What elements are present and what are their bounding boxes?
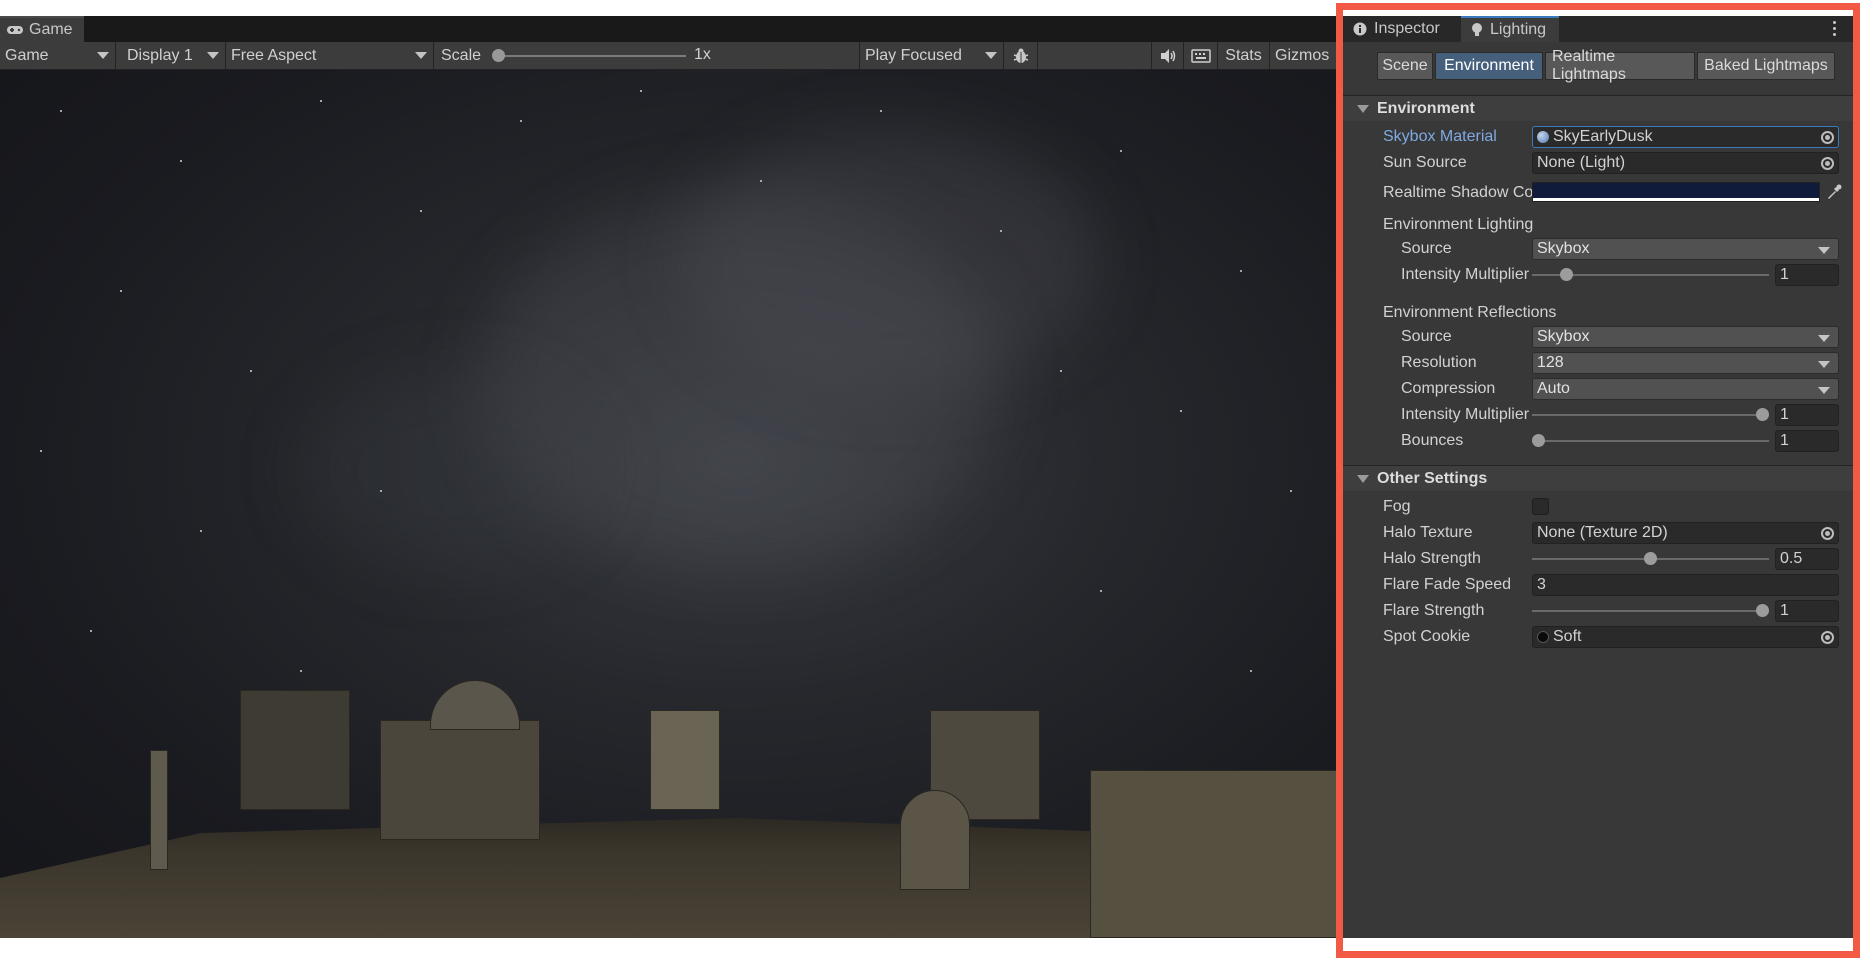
play-mode-label: Play Focused (865, 46, 962, 64)
star (250, 370, 252, 372)
game-tab-label: Game (29, 21, 73, 38)
cannon (900, 790, 970, 890)
game-toolbar: Game Display 1 Free Aspect Scale 1x Play… (0, 42, 1340, 70)
star (1250, 670, 1252, 672)
star (1120, 150, 1122, 152)
display-dropdown[interactable]: Display 1 (122, 42, 226, 69)
star (380, 490, 382, 492)
aspect-label: Free Aspect (231, 46, 317, 64)
scale-slider-track[interactable] (496, 55, 686, 57)
obelisk (150, 750, 168, 870)
mausoleum (380, 720, 540, 840)
keyboard-icon (1190, 48, 1211, 63)
star (1100, 590, 1102, 592)
speaker-icon (1160, 48, 1175, 63)
game-tabbar: Game (0, 16, 1340, 42)
gizmos-label: Gizmos (1275, 46, 1330, 64)
stats-button[interactable]: Stats (1218, 42, 1270, 69)
view-mode-dropdown[interactable]: Game (0, 42, 116, 69)
cloud (300, 370, 600, 570)
scale-slider-thumb[interactable] (492, 49, 505, 62)
star (200, 530, 202, 532)
dome (430, 680, 520, 730)
chevron-down-icon (97, 52, 109, 59)
gamepad-icon (7, 26, 23, 34)
star (1290, 490, 1292, 492)
chevron-down-icon (415, 52, 427, 59)
star (60, 110, 62, 112)
arch (650, 710, 720, 810)
star (90, 630, 92, 632)
chapel (1090, 770, 1340, 938)
crypt (240, 690, 350, 810)
star (180, 160, 182, 162)
scale-label: Scale (441, 46, 482, 64)
game-viewport[interactable] (0, 70, 1340, 938)
gizmos-dropdown[interactable]: Gizmos (1270, 42, 1340, 69)
star (640, 90, 642, 92)
star (520, 120, 522, 122)
star (120, 290, 122, 292)
star (40, 450, 42, 452)
bug-button[interactable] (1004, 42, 1038, 69)
chevron-down-icon (207, 52, 219, 59)
star (420, 210, 422, 212)
star (1180, 410, 1182, 412)
unity-editor: Game Game Display 1 Free Aspect Scale 1x (0, 0, 1860, 960)
bug-icon (1013, 48, 1028, 63)
star (1240, 270, 1242, 272)
cloud (680, 130, 1100, 390)
star (320, 100, 322, 102)
scale-value: 1x (694, 46, 711, 63)
game-window: Game Game Display 1 Free Aspect Scale 1x (0, 16, 1340, 938)
star (880, 110, 882, 112)
star (300, 670, 302, 672)
tab-game[interactable]: Game (0, 16, 84, 42)
mute-audio-button[interactable] (1152, 42, 1184, 69)
display-label: Display 1 (127, 46, 193, 64)
highlight-outline (1336, 3, 1860, 958)
keyboard-button[interactable] (1184, 42, 1218, 69)
toolbar-spacer (1038, 42, 1152, 69)
star (1060, 370, 1062, 372)
stats-label: Stats (1225, 46, 1262, 64)
aspect-dropdown[interactable]: Free Aspect (226, 42, 434, 69)
star (1000, 230, 1002, 232)
chevron-down-icon (985, 52, 997, 59)
view-mode-label: Game (5, 46, 49, 64)
play-mode-dropdown[interactable]: Play Focused (860, 42, 1004, 69)
star (760, 180, 762, 182)
